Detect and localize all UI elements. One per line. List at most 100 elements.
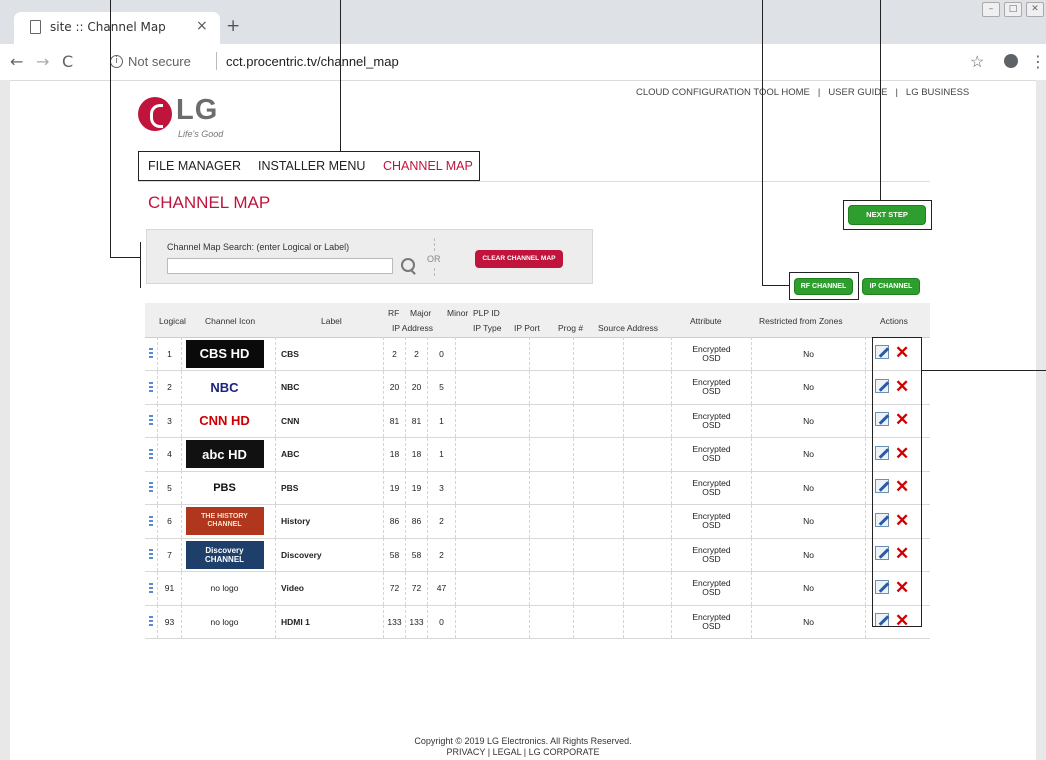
empty-cell xyxy=(573,605,623,638)
link-cct-home[interactable]: CLOUD CONFIGURATION TOOL HOME xyxy=(636,87,810,98)
drag-handle-icon[interactable] xyxy=(149,515,153,526)
cell-rf: 133 xyxy=(383,605,405,638)
drag-handle-icon[interactable] xyxy=(149,448,153,459)
rf-channel-button[interactable]: RF CHANNEL xyxy=(794,278,853,295)
table-row[interactable]: 6 THE HISTORY CHANNEL History 86 86 2 Encrypte… xyxy=(145,504,930,539)
clear-channel-map-button[interactable]: CLEAR CHANNEL MAP xyxy=(475,250,563,268)
empty-cell xyxy=(573,504,623,538)
minimize-icon[interactable]: – xyxy=(982,2,1000,17)
security-label[interactable]: Not secure xyxy=(128,54,191,69)
attribute-osd: OSD xyxy=(702,419,721,430)
back-icon[interactable]: ← xyxy=(10,52,23,71)
reload-icon[interactable]: C xyxy=(62,52,73,71)
col-rf[interactable]: RF xyxy=(388,308,399,318)
drag-handle-icon[interactable] xyxy=(149,582,153,593)
close-window-icon[interactable]: ✕ xyxy=(1026,2,1044,17)
drag-handle-icon[interactable] xyxy=(149,616,153,626)
empty-cell xyxy=(529,538,573,571)
table-row[interactable]: 93 no logo HDMI 1 133 133 0 Encrypted OSD No ✕ xyxy=(145,605,930,639)
table-row[interactable]: 2 NBC NBC 20 20 5 Encrypted OSD No ✕ xyxy=(145,370,930,405)
empty-cell xyxy=(455,538,529,571)
link-lg-business[interactable]: LG BUSINESS xyxy=(906,87,969,98)
empty-cell xyxy=(529,504,573,538)
cell-rf: 58 xyxy=(383,538,405,571)
url-divider xyxy=(216,52,217,70)
next-step-button[interactable]: NEXT STEP xyxy=(848,205,926,225)
nav-installer-menu[interactable]: INSTALLER MENU xyxy=(258,159,365,173)
nav-channel-map[interactable]: CHANNEL MAP xyxy=(383,159,473,173)
empty-cell xyxy=(455,337,529,370)
table-row[interactable]: 4 abc HD ABC 18 18 1 Encrypted OSD No ✕ xyxy=(145,437,930,472)
col-source-address[interactable]: Source Address xyxy=(598,323,658,333)
cell-major: 2 xyxy=(405,337,427,370)
cell-logical: 6 xyxy=(157,504,181,538)
callout-line xyxy=(340,0,341,151)
empty-cell xyxy=(623,404,671,437)
new-tab-icon[interactable]: + xyxy=(226,16,240,36)
table-row[interactable]: 3 CNN HD CNN 81 81 1 Encrypted OSD No ✕ xyxy=(145,404,930,438)
bookmark-star-icon[interactable]: ☆ xyxy=(970,52,984,72)
cell-label: History xyxy=(275,504,383,538)
attribute-cell: Encrypted OSD xyxy=(671,504,751,538)
attribute-cell: Encrypted OSD xyxy=(671,605,751,638)
browser-menu-icon[interactable]: ⋮ xyxy=(1030,52,1046,71)
link-legal[interactable]: LEGAL xyxy=(493,747,522,757)
attribute-osd: OSD xyxy=(702,486,721,497)
nav-file-manager[interactable]: FILE MANAGER xyxy=(148,159,241,173)
info-icon[interactable]: i xyxy=(110,55,123,68)
col-major[interactable]: Major xyxy=(410,308,431,318)
separator: | xyxy=(895,87,898,98)
table-row[interactable]: 7 Discovery CHANNEL Discovery 58 58 2 Encrypte… xyxy=(145,538,930,572)
col-channel-icon[interactable]: Channel Icon xyxy=(205,316,255,326)
close-tab-icon[interactable]: × xyxy=(196,18,208,34)
empty-cell xyxy=(623,504,671,538)
cell-minor: 0 xyxy=(427,337,455,370)
browser-tab[interactable]: site :: Channel Map × xyxy=(14,12,220,44)
callout-line xyxy=(110,0,111,258)
empty-cell xyxy=(455,571,529,605)
ip-channel-button[interactable]: IP CHANNEL xyxy=(862,278,920,295)
table-row[interactable]: 91 no logo Video 72 72 47 Encrypted OSD No ✕ xyxy=(145,571,930,606)
empty-cell xyxy=(573,538,623,571)
copyright: Copyright © 2019 LG Electronics. All Rig… xyxy=(414,736,632,746)
forward-icon[interactable]: → xyxy=(36,52,49,71)
link-lg-corporate[interactable]: LG CORPORATE xyxy=(529,747,600,757)
col-attribute[interactable]: Attribute xyxy=(690,316,722,326)
maximize-icon[interactable]: □ xyxy=(1004,2,1022,17)
account-icon[interactable] xyxy=(1004,54,1018,68)
col-logical[interactable]: Logical xyxy=(159,316,186,326)
attribute-cell: Encrypted OSD xyxy=(671,538,751,571)
cell-label: ABC xyxy=(275,437,383,471)
drag-handle-icon[interactable] xyxy=(149,482,153,492)
separator: | xyxy=(817,87,821,98)
col-ip-type[interactable]: IP Type xyxy=(473,323,502,333)
cell-logical: 2 xyxy=(157,370,181,404)
browser-toolbar: ← → C i Not secure cct.procentric.tv/cha… xyxy=(0,44,1046,81)
drag-handle-icon[interactable] xyxy=(149,381,153,392)
table-row[interactable]: 1 CBS HD CBS 2 2 0 Encrypted OSD No ✕ xyxy=(145,337,930,371)
empty-cell xyxy=(623,437,671,471)
table-row[interactable]: 5 PBS PBS 19 19 3 Encrypted OSD No ✕ xyxy=(145,471,930,505)
cell-logical: 5 xyxy=(157,471,181,504)
link-privacy[interactable]: PRIVACY xyxy=(447,747,486,757)
link-user-guide[interactable]: USER GUIDE xyxy=(828,87,887,98)
empty-cell xyxy=(529,337,573,370)
lg-logo-icon[interactable] xyxy=(138,97,172,131)
address-bar[interactable]: cct.procentric.tv/channel_map xyxy=(226,54,399,69)
drag-handle-icon[interactable] xyxy=(149,415,153,425)
col-plp-id[interactable]: PLP ID xyxy=(473,308,500,318)
search-icon[interactable] xyxy=(401,258,415,272)
cell-rf: 72 xyxy=(383,571,405,605)
col-minor[interactable]: Minor xyxy=(447,308,468,318)
col-actions[interactable]: Actions xyxy=(880,316,908,326)
attribute-osd: OSD xyxy=(702,553,721,564)
col-ip-port[interactable]: IP Port xyxy=(514,323,540,333)
col-restricted[interactable]: Restricted from Zones xyxy=(759,316,843,326)
search-input[interactable] xyxy=(167,258,393,274)
callout-line xyxy=(880,0,881,200)
drag-handle-icon[interactable] xyxy=(149,549,153,559)
col-prog[interactable]: Prog # xyxy=(558,323,583,333)
col-ip-address[interactable]: IP Address xyxy=(392,323,433,333)
drag-handle-icon[interactable] xyxy=(149,348,153,358)
col-label[interactable]: Label xyxy=(321,316,342,326)
